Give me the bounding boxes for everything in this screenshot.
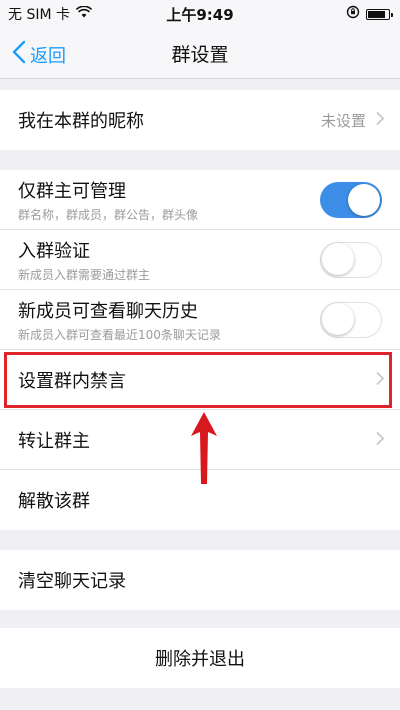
highlight-box	[4, 352, 392, 408]
back-label: 返回	[30, 45, 66, 67]
chevron-right-icon	[376, 430, 385, 449]
history-row: 新成员可查看聊天历史 新成员入群可查看最近100条聊天记录	[0, 290, 400, 350]
clear-history-label: 清空聊天记录	[18, 571, 126, 592]
owner-only-label: 仅群主可管理	[18, 180, 126, 202]
history-toggle[interactable]	[320, 301, 382, 338]
join-verify-label: 入群验证	[18, 240, 90, 262]
join-verify-toggle[interactable]	[320, 241, 382, 278]
orientation-lock-icon	[346, 5, 360, 23]
page-title: 群设置	[171, 43, 229, 66]
join-verify-sub: 新成员入群需要通过群主	[18, 267, 151, 282]
nav-bar: 返回 群设置	[0, 28, 400, 79]
owner-only-text: 仅群主可管理 群名称，群成员，群公告，群头像	[18, 177, 198, 223]
owner-only-toggle[interactable]	[320, 181, 382, 218]
nickname-row[interactable]: 我在本群的昵称 未设置	[0, 90, 400, 150]
status-left: 无 SIM 卡	[0, 4, 93, 24]
chevron-right-icon	[376, 111, 385, 130]
nickname-label: 我在本群的昵称	[18, 111, 144, 132]
clear-group: 清空聊天记录	[0, 550, 400, 610]
delete-exit-label: 删除并退出	[155, 649, 245, 670]
nickname-value: 未设置	[320, 111, 366, 130]
dissolve-label: 解散该群	[18, 491, 90, 512]
join-verify-row: 入群验证 新成员入群需要通过群主	[0, 230, 400, 290]
battery-icon	[366, 8, 393, 20]
owner-only-row: 仅群主可管理 群名称，群成员，群公告，群头像	[0, 170, 400, 230]
history-text: 新成员可查看聊天历史 新成员入群可查看最近100条聊天记录	[18, 297, 221, 343]
toggle-knob	[348, 183, 380, 216]
status-right	[346, 5, 400, 23]
join-verify-text: 入群验证 新成员入群需要通过群主	[18, 237, 150, 283]
owner-only-sub: 群名称，群成员，群公告，群头像	[18, 207, 199, 222]
nickname-group: 我在本群的昵称 未设置	[0, 90, 400, 150]
battery-fill	[368, 10, 385, 18]
toggle-knob	[322, 243, 354, 275]
status-bar: 无 SIM 卡 上午9:49	[0, 0, 400, 28]
clear-history-row[interactable]: 清空聊天记录	[0, 550, 400, 610]
wifi-icon	[75, 5, 93, 22]
toggle-knob	[322, 303, 354, 335]
carrier-label: 无 SIM 卡	[8, 7, 70, 23]
delete-exit-button[interactable]: 删除并退出	[0, 628, 400, 688]
up-arrow-icon	[190, 412, 218, 488]
history-label: 新成员可查看聊天历史	[18, 300, 198, 322]
history-sub: 新成员入群可查看最近100条聊天记录	[18, 327, 221, 342]
transfer-owner-label: 转让群主	[18, 430, 90, 452]
delete-group: 删除并退出	[0, 628, 400, 688]
back-button[interactable]: 返回	[12, 40, 66, 69]
chevron-left-icon	[12, 40, 26, 69]
